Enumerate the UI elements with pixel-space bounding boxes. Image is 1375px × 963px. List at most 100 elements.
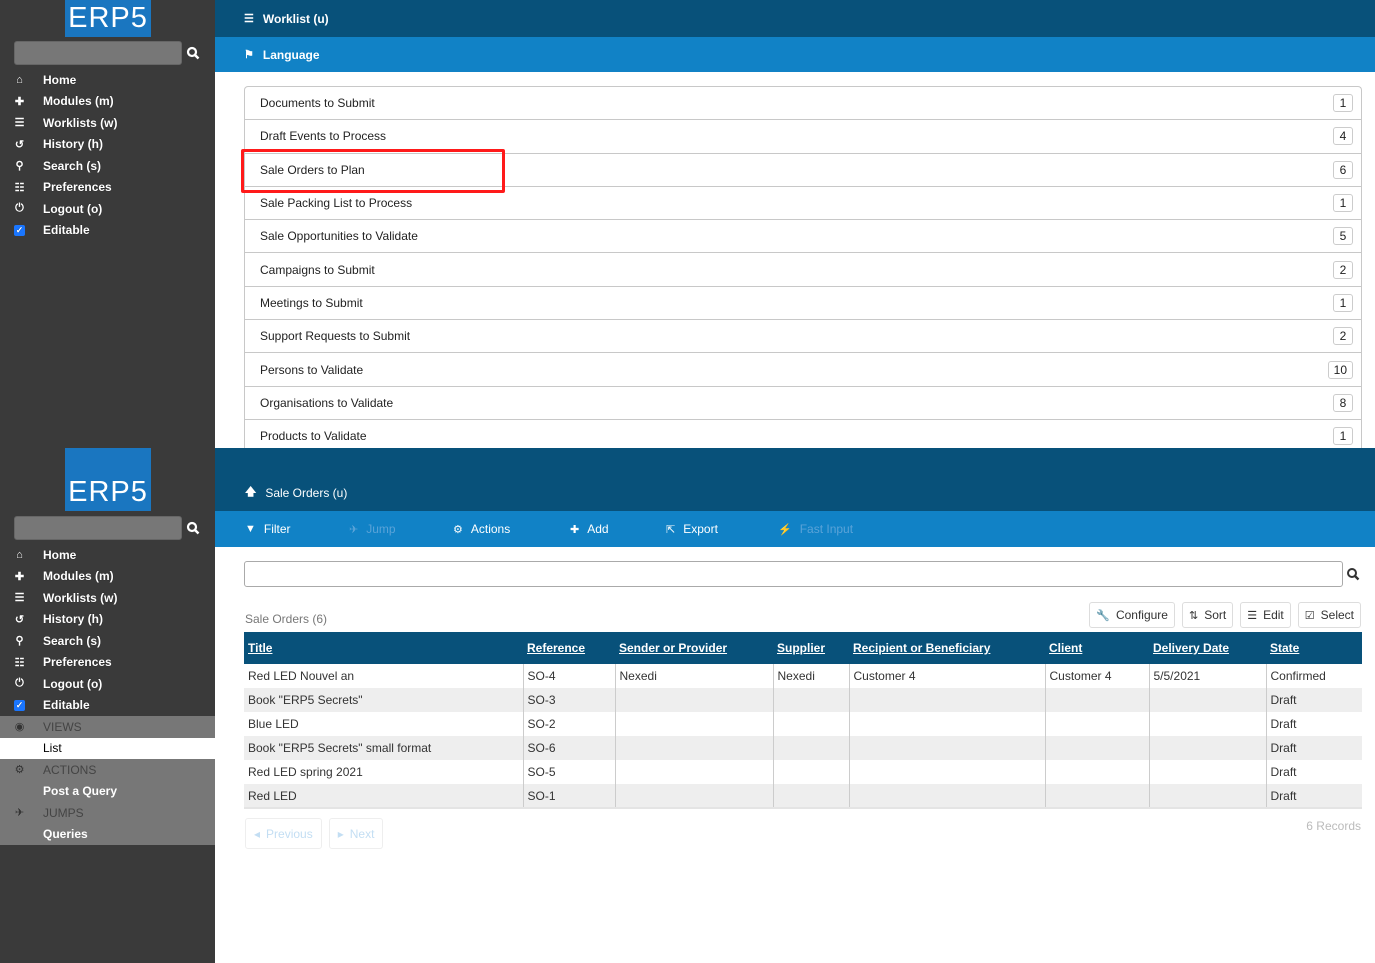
sidebar-item-editable[interactable]: ✓ Editable [0, 220, 215, 242]
chevron-left-icon: ◂ [254, 826, 261, 841]
sidebar-item-worklists[interactable]: ☰ Worklists (w) [0, 587, 215, 609]
table-row[interactable]: Red LED SO-1 Draft [244, 784, 1362, 809]
jump-link-queries[interactable]: Queries [0, 824, 215, 846]
sidebar-panel: ◉ VIEWS List ⚙ ACTIONS Post a Query ✈ JUMPS… [0, 716, 215, 845]
table-cell[interactable]: Red LED spring 2021 [244, 760, 523, 784]
action-link-post-query[interactable]: Post a Query [0, 781, 215, 803]
configure-button[interactable]: 🔧 Configure [1089, 602, 1175, 628]
jump-icon: ✈ [349, 523, 359, 536]
search-icon[interactable] [186, 46, 200, 60]
table-cell [1148, 712, 1266, 736]
sort-button[interactable]: ⇅ Sort [1181, 602, 1234, 628]
sidebar-item-history[interactable]: ↺ History (h) [0, 134, 215, 156]
toolbar-export-button[interactable]: ⇱ Export [666, 522, 718, 536]
worklist-count-badge: 4 [1333, 127, 1353, 146]
table-row[interactable]: Book "ERP5 Secrets" small format SO-6 Draf… [244, 736, 1362, 760]
table-cell[interactable]: Book "ERP5 Secrets" small format [244, 736, 523, 760]
filter-icon: ▼ [245, 523, 256, 535]
table-row[interactable]: Book "ERP5 Secrets" SO-3 Draft [244, 688, 1362, 712]
sort-link[interactable]: Sender or Provider [619, 641, 727, 655]
list-search-input[interactable] [244, 561, 1343, 587]
sidebar-item-worklists[interactable]: ☰ Worklists (w) [0, 112, 215, 134]
column-header[interactable]: Recipient or Beneficiary [849, 632, 1045, 664]
worklist-item[interactable]: Organisations to Validate 8 [245, 387, 1361, 420]
sidebar-item-label: History (h) [43, 612, 103, 627]
sidebar-nav: ⌂ Home ✚ Modules (m) ☰ Worklists (w) ↺ Histo… [0, 69, 215, 241]
toolbar-add-button[interactable]: ✚ Add [570, 522, 609, 536]
sidebar-item-editable[interactable]: ✓ Editable [0, 695, 215, 717]
table-cell: SO-3 [522, 688, 615, 712]
toolbar-label: Fast Input [799, 522, 854, 536]
worklist-item[interactable]: Campaigns to Submit 2 [245, 253, 1361, 287]
checkbox-icon[interactable]: ✓ [14, 700, 25, 712]
worklist-item[interactable]: Persons to Validate 10 [245, 353, 1361, 387]
worklist-item[interactable]: Draft Events to Process 4 [245, 120, 1361, 154]
table-cell[interactable]: Red LED Nouvel an [244, 664, 523, 688]
toolbar-filter-button[interactable]: ▼ Filter [245, 522, 291, 536]
erp5-logo[interactable]: ERP5 [65, 448, 151, 511]
sidebar-item-modules[interactable]: ✚ Modules (m) [0, 566, 215, 588]
next-button[interactable]: ▸ Next [328, 818, 384, 849]
magic-wand-icon: ⚡ [778, 523, 792, 536]
sidebar-item-home[interactable]: ⌂ Home [0, 69, 215, 91]
select-button[interactable]: ☑ Select [1297, 602, 1361, 628]
sidebar-item-preferences[interactable]: ☷ Preferences [0, 652, 215, 674]
worklist-item[interactable]: Documents to Submit 1 [245, 87, 1361, 121]
column-header[interactable]: State [1266, 632, 1362, 664]
sidebar-item-search[interactable]: ⚲ Search (s) [0, 630, 215, 652]
search-icon[interactable] [1346, 567, 1360, 581]
table-cell [1148, 688, 1266, 712]
worklist-item[interactable]: Sale Packing List to Process 1 [245, 187, 1361, 221]
previous-button[interactable]: ◂ Previous [245, 818, 322, 849]
worklist-item[interactable]: Meetings to Submit 1 [245, 287, 1361, 321]
language-link[interactable]: Language [263, 48, 320, 62]
erp5-logo[interactable]: ERP5 [65, 0, 151, 37]
sort-link[interactable]: Delivery Date [1153, 641, 1229, 655]
sort-link[interactable]: Recipient or Beneficiary [853, 641, 990, 655]
view-link-list[interactable]: List [0, 737, 215, 759]
toolbar-fast-input-button[interactable]: ⚡ Fast Input [778, 522, 853, 536]
column-header[interactable]: Delivery Date [1149, 632, 1266, 664]
column-header[interactable]: Supplier [773, 632, 849, 664]
column-header[interactable]: Client [1045, 632, 1149, 664]
table-row[interactable]: Red LED spring 2021 SO-5 Draft [244, 760, 1362, 784]
sidebar-item-label: Preferences [43, 180, 112, 195]
home-icon: ⌂ [16, 548, 23, 561]
table-cell[interactable]: Red LED [244, 784, 523, 809]
worklist-item[interactable]: Products to Validate 1 [245, 420, 1361, 448]
sidebar-item-modules[interactable]: ✚ Modules (m) [0, 91, 215, 113]
sidebar-search-input[interactable] [14, 41, 182, 65]
sidebar-item-history[interactable]: ↺ History (h) [0, 609, 215, 631]
worklist-item[interactable]: Support Requests to Submit 2 [245, 320, 1361, 354]
page-title[interactable]: Worklist (u) [263, 12, 329, 26]
sidebar-item-logout[interactable]: ⏻ Logout (o) [0, 673, 215, 695]
sidebar-item-logout[interactable]: ⏻ Logout (o) [0, 198, 215, 220]
sort-link[interactable]: State [1270, 641, 1299, 655]
sort-link[interactable]: Client [1049, 641, 1082, 655]
toolbar-jump-button[interactable]: ✈ Jump [349, 522, 396, 536]
worklist-item[interactable]: Sale Opportunities to Validate 5 [245, 220, 1361, 254]
sidebar-search-input[interactable] [14, 516, 182, 540]
table-row[interactable]: Blue LED SO-2 Draft [244, 712, 1362, 736]
worklist-item[interactable]: Sale Orders to Plan 6 [245, 154, 1361, 187]
sidebar-item-preferences[interactable]: ☷ Preferences [0, 177, 215, 199]
edit-button[interactable]: ☰ Edit [1240, 602, 1291, 628]
toolbar-actions-button[interactable]: ⚙ Actions [453, 522, 510, 536]
column-header[interactable]: Title [244, 632, 523, 664]
sort-link[interactable]: Reference [527, 641, 585, 655]
checkbox-icon[interactable]: ✓ [14, 225, 25, 237]
column-header[interactable]: Sender or Provider [615, 632, 773, 664]
sort-link[interactable]: Supplier [777, 641, 825, 655]
sort-link[interactable]: Title [248, 641, 272, 655]
worklist-icon: ☰ [14, 592, 25, 605]
sidebar-item-home[interactable]: ⌂ Home [0, 544, 215, 566]
table-cell [772, 712, 849, 736]
page-title[interactable]: Sale Orders (u) [265, 486, 347, 500]
table-cell[interactable]: Book "ERP5 Secrets" [244, 688, 523, 712]
table-cell[interactable]: Blue LED [244, 712, 523, 736]
column-header[interactable]: Reference [523, 632, 615, 664]
sidebar-item-search[interactable]: ⚲ Search (s) [0, 155, 215, 177]
table-row[interactable]: Red LED Nouvel an SO-4 Nexedi Nexedi Custome… [244, 664, 1362, 688]
table-cell [772, 784, 849, 809]
search-icon[interactable] [186, 521, 200, 535]
